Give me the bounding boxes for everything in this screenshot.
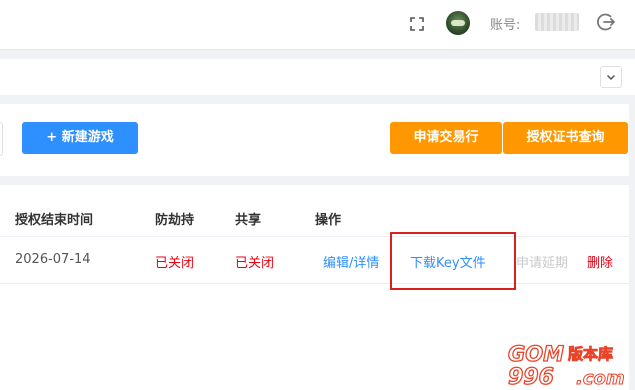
tags-bar [0,59,635,95]
search-input-edge[interactable] [0,122,3,156]
row-divider [0,283,629,284]
watermark-number: 996 [508,365,554,388]
watermark-logo: GOM 版本库 996 .com [507,341,625,388]
chevron-down-icon [606,74,616,81]
watermark-suffix: 版本库 [568,345,613,363]
anti-hijack-status: 已关闭 [155,256,195,271]
license-query-button[interactable]: 授权证书查询 [503,122,628,154]
watermark-brand: GOM [508,342,564,366]
column-header-end-time: 授权结束时间 [15,213,94,228]
column-header-share: 共享 [235,213,262,228]
account-value-blurred [535,13,579,31]
column-header-anti-hijack: 防劫持 [155,213,195,228]
tags-dropdown-button[interactable] [600,66,622,88]
avatar[interactable] [446,11,470,35]
logout-icon[interactable] [596,12,616,32]
apply-trading-button[interactable]: 申请交易行 [390,122,502,154]
header-divider [0,236,629,237]
edit-details-link[interactable]: 编辑/详情 [323,252,379,271]
account-label: 账号: [490,18,521,33]
fullscreen-icon[interactable] [409,16,425,32]
end-date-cell: 2026-07-14 [15,252,91,267]
column-header-actions: 操作 [315,213,342,228]
highlight-box [390,232,516,290]
watermark-domain: .com [576,368,625,388]
delete-link[interactable]: 删除 [587,252,613,271]
new-game-button[interactable]: + 新建游戏 [22,122,138,154]
extend-link-disabled: 申请延期 [516,256,569,271]
share-status: 已关闭 [235,256,275,271]
